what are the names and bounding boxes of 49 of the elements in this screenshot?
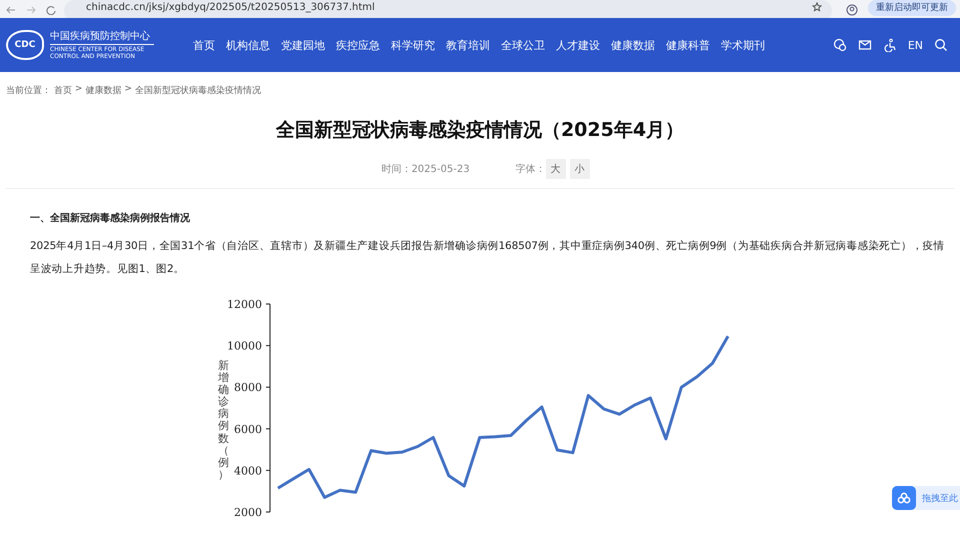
time-label: 时间：	[381, 162, 412, 176]
reload-icon[interactable]	[46, 5, 56, 15]
breadcrumb-separator: >	[124, 84, 132, 96]
font-size-button[interactable]: 小	[570, 159, 590, 179]
nav-link[interactable]: 首页	[193, 38, 215, 52]
nav-link[interactable]: 全球公卫	[501, 38, 545, 52]
nav-link[interactable]: 教育培训	[446, 38, 490, 52]
y-axis-label: 新增确诊病例数（例）	[218, 360, 229, 481]
mail-icon[interactable]	[858, 38, 872, 52]
y-tick-label: 6000	[234, 422, 262, 436]
breadcrumb-link[interactable]: 首页	[54, 84, 72, 97]
y-tick-label: 12000	[227, 298, 262, 311]
breadcrumb-link[interactable]: 全国新型冠状病毒感染疫情情况	[135, 84, 262, 97]
nav-link[interactable]: 人才建设	[556, 38, 600, 52]
y-tick-label: 4000	[234, 464, 262, 478]
chat-icon[interactable]	[832, 38, 847, 52]
bookmark-icon[interactable]	[812, 2, 822, 12]
breadcrumb-link[interactable]: 健康数据	[86, 84, 122, 97]
logo-name: 中国疾病预防控制中心	[50, 29, 154, 46]
nav-link[interactable]: 学术期刊	[721, 38, 765, 52]
breadcrumb-label: 当前位置：	[6, 84, 51, 97]
search-icon[interactable]	[934, 38, 948, 52]
paragraph: 2025年4月1日–4月30日，全国31个省（自治区、直辖市）及新疆生产建设兵团报告新增确诊病例168507例，其中重症病例340例、死亡病例9例（为基础疾病合并新冠病毒感染死亡），疫情呈波动上升趋势。见图1、图2。	[30, 239, 946, 277]
breadcrumb-separator: >	[75, 84, 83, 96]
drop-widget[interactable]: 拖拽至此	[892, 486, 960, 510]
nav-link[interactable]: 疾控应急	[336, 38, 380, 52]
update-button[interactable]: 重新启动即可更新	[868, 0, 956, 16]
y-tick-label: 10000	[227, 340, 262, 353]
y-tick-label: 8000	[234, 381, 262, 394]
address-bar[interactable]: chinacdc.cn/jksj/xgbdyq/202505/t20250513_306737.html	[64, 0, 832, 18]
language-link[interactable]: EN	[908, 38, 923, 52]
article-title: 全国新型冠状病毒感染疫情情况（2025年4月）	[274, 118, 686, 143]
publish-date: 2025-05-23	[411, 164, 470, 174]
section-heading: 一、全国新冠病毒感染病例报告情况	[30, 211, 191, 225]
back-icon[interactable]	[6, 5, 16, 15]
profile-icon[interactable]	[846, 4, 858, 16]
y-tick-label: 2000	[234, 506, 262, 519]
logo-mark: CDC	[6, 30, 44, 60]
nav-link[interactable]: 科学研究	[391, 38, 435, 52]
widget-label: 拖拽至此	[921, 492, 959, 504]
font-size-label: 字体：	[516, 162, 546, 176]
nav-link[interactable]: 机构信息	[226, 38, 270, 52]
accessibility-icon[interactable]	[882, 38, 897, 52]
cloud-icon	[892, 486, 916, 510]
nav-link[interactable]: 健康数据	[611, 38, 655, 52]
font-size-button[interactable]: 大	[546, 159, 566, 179]
url-text: chinacdc.cn/jksj/xgbdyq/202505/t20250513_306737.html	[86, 2, 375, 12]
nav-link[interactable]: 党建园地	[281, 38, 325, 52]
nav-link[interactable]: 健康科普	[666, 38, 710, 52]
